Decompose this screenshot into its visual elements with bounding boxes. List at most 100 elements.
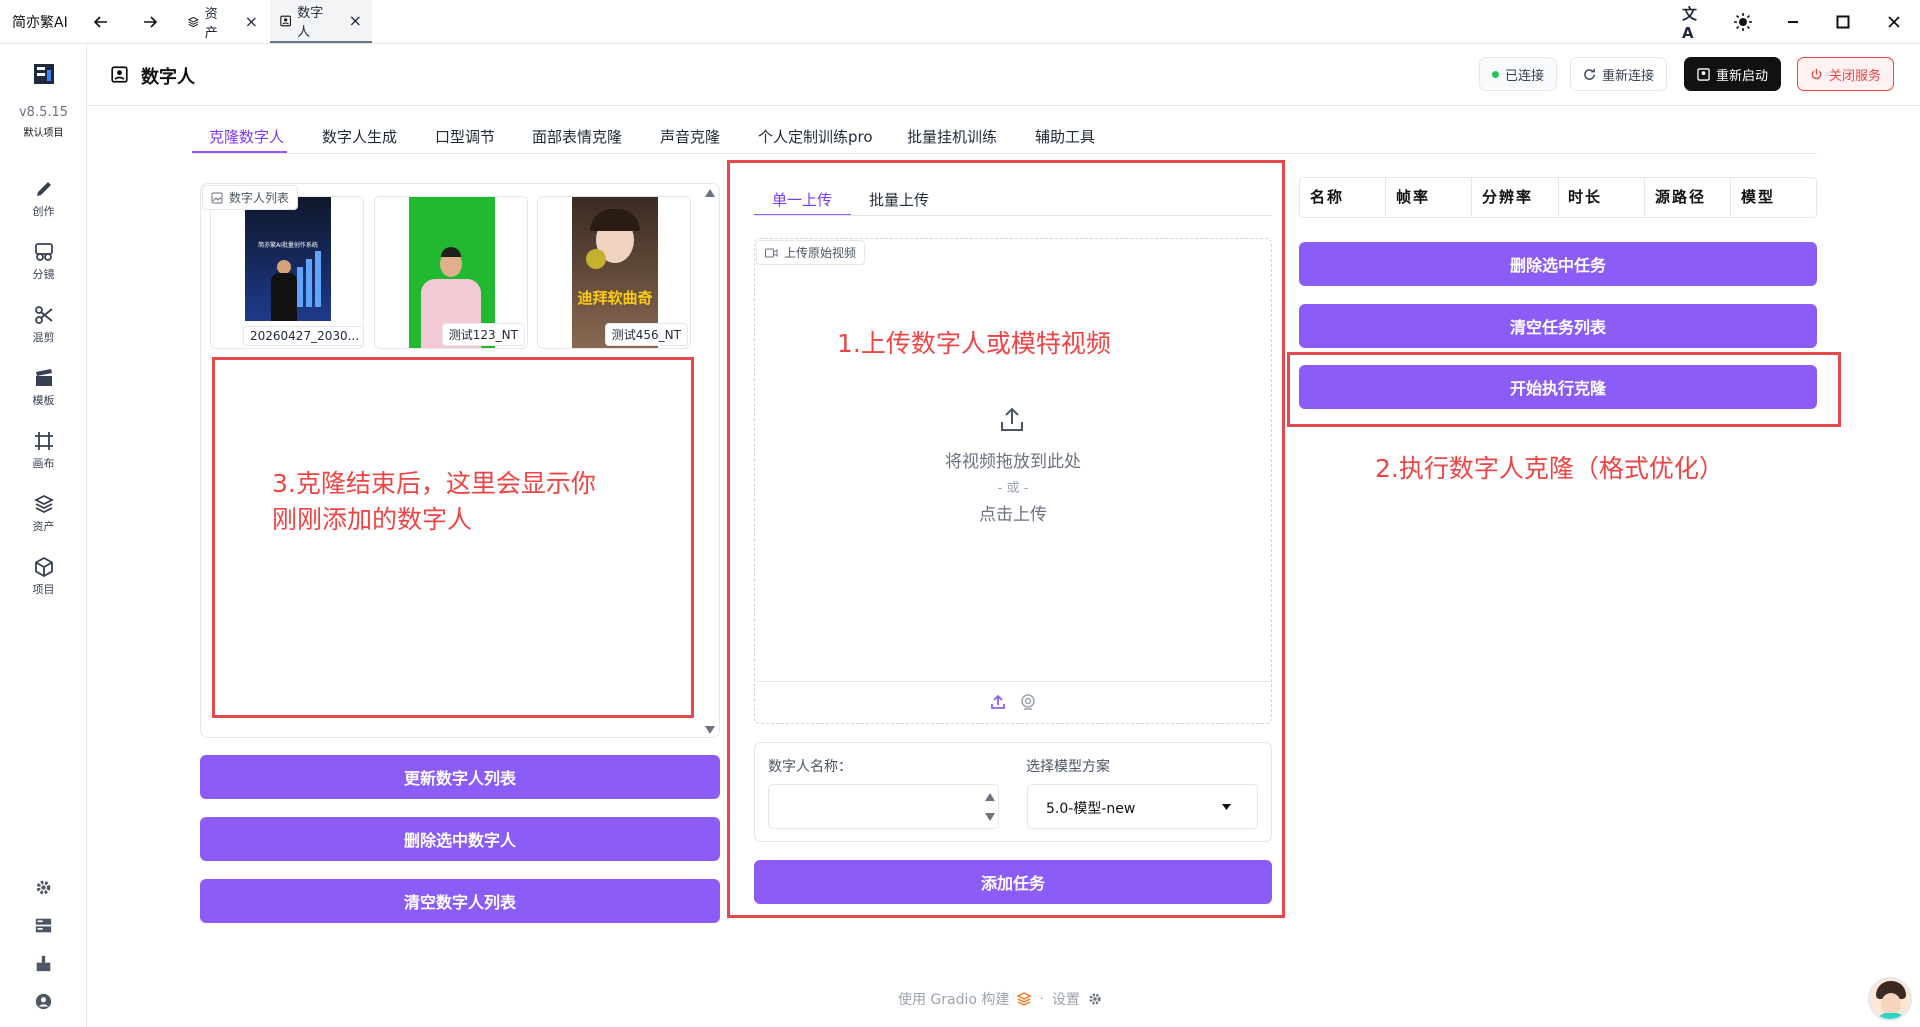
server-icon[interactable] xyxy=(35,917,52,934)
tab-label: 数字人 xyxy=(297,5,324,40)
model-select[interactable]: 5.0-模型-new xyxy=(1027,784,1258,829)
gallery-item[interactable]: 迪拜软曲奇 测试456_NT xyxy=(537,196,691,349)
sidebar-item-storyboard[interactable]: 分镜 xyxy=(0,242,87,282)
sidebar-item-assets[interactable]: 资产 xyxy=(0,494,87,534)
logo-icon xyxy=(34,64,54,84)
status-text: 已连接 xyxy=(1505,68,1545,84)
sidebar-item-remix[interactable]: 混剪 xyxy=(0,305,87,345)
tab-face-expression-clone[interactable]: 面部表情克隆 xyxy=(532,126,622,147)
restart-button[interactable]: 重新启动 xyxy=(1684,57,1782,91)
reconnect-label: 重新连接 xyxy=(1602,68,1655,84)
user-icon[interactable] xyxy=(35,993,52,1010)
close-icon[interactable]: × xyxy=(245,12,258,31)
sidebar-item-create[interactable]: 创作 xyxy=(0,179,87,219)
sidebar-item-label: 画布 xyxy=(32,457,55,470)
frame-icon xyxy=(34,432,53,450)
connection-status-badge: 已连接 xyxy=(1479,57,1558,91)
pencil-icon xyxy=(36,182,51,196)
name-field-label: 数字人名称： xyxy=(768,759,852,775)
column-header-resolution[interactable]: 分辨率 xyxy=(1482,186,1533,207)
or-text: - 或 - xyxy=(997,481,1029,496)
column-header-duration[interactable]: 时长 xyxy=(1568,186,1602,207)
refresh-digital-human-list-button[interactable]: 更新数字人列表 xyxy=(200,755,720,799)
tab-voice-clone[interactable]: 声音克隆 xyxy=(660,126,720,147)
scroll-down-icon[interactable] xyxy=(705,726,715,734)
maximize-button[interactable] xyxy=(1831,10,1855,34)
clear-digital-human-list-button[interactable]: 清空数字人列表 xyxy=(200,879,720,923)
scissors-icon xyxy=(34,306,53,324)
thumbnail-poster-text: 简亦繁AI批量创作系统 xyxy=(258,242,318,249)
stepper-up-icon[interactable] xyxy=(985,793,995,801)
column-header-source-path[interactable]: 源路径 xyxy=(1655,186,1706,207)
digital-human-name-input[interactable] xyxy=(768,784,999,829)
tab-single-upload[interactable]: 单一上传 xyxy=(772,189,832,210)
annotation-step3-line1: 3.克隆结束后，这里会显示你 xyxy=(272,469,596,498)
gallery-item-caption: 测试456_NT xyxy=(604,323,688,346)
assistant-avatar[interactable] xyxy=(1868,977,1912,1021)
tab-custom-training-pro[interactable]: 个人定制训练pro xyxy=(758,126,873,147)
sidebar-item-label: 模板 xyxy=(32,394,55,407)
gear-icon[interactable] xyxy=(35,879,52,896)
app-name: 简亦繁AI xyxy=(12,15,68,31)
column-header-model[interactable]: 模型 xyxy=(1741,186,1775,207)
webcam-icon[interactable] xyxy=(1020,694,1036,710)
tab-batch-upload[interactable]: 批量上传 xyxy=(869,189,929,210)
tab-tools[interactable]: 辅助工具 xyxy=(1035,126,1095,147)
tab-digital-human[interactable]: 数字人 × xyxy=(270,0,372,43)
delete-selected-digital-human-button[interactable]: 删除选中数字人 xyxy=(200,817,720,861)
settings-link[interactable]: 设置 xyxy=(1052,989,1080,1009)
sidebar-item-projects[interactable]: 项目 xyxy=(0,557,87,597)
sidebar-item-canvas[interactable]: 画布 xyxy=(0,431,87,471)
arrow-right-icon xyxy=(144,16,158,28)
delete-selected-task-button[interactable]: 删除选中任务 xyxy=(1299,242,1817,286)
close-window-button[interactable] xyxy=(1882,10,1906,34)
tab-batch-training[interactable]: 批量挂机训练 xyxy=(907,126,997,147)
clear-task-list-button[interactable]: 清空任务列表 xyxy=(1299,304,1817,348)
upload-source-icon[interactable] xyxy=(990,694,1006,710)
column-header-name[interactable]: 名称 xyxy=(1310,186,1344,207)
upload-label-text: 上传原始视频 xyxy=(784,246,857,260)
tab-clone-digital-human[interactable]: 克隆数字人 xyxy=(209,126,284,147)
forward-button[interactable] xyxy=(138,10,162,34)
theme-toggle-button[interactable] xyxy=(1731,10,1755,34)
sidebar-item-label: 创作 xyxy=(32,205,55,218)
sidebar-item-templates[interactable]: 模板 xyxy=(0,368,87,408)
stepper-down-icon[interactable] xyxy=(985,813,995,821)
add-task-button[interactable]: 添加任务 xyxy=(754,860,1272,904)
page-header: 数字人 已连接 重新连接 重新启动 关闭服务 xyxy=(88,44,1920,106)
back-button[interactable] xyxy=(89,10,113,34)
translate-button[interactable]: 文A xyxy=(1682,5,1706,42)
refresh-icon xyxy=(1584,68,1595,80)
gallery-item[interactable]: 简亦繁AI批量创作系统 20260427_2030... xyxy=(210,196,364,349)
column-header-fps[interactable]: 帧率 xyxy=(1396,186,1430,207)
shutdown-button[interactable]: 关闭服务 xyxy=(1797,57,1895,91)
minimize-button[interactable] xyxy=(1781,10,1805,34)
tab-label: 资产 xyxy=(204,6,218,41)
reconnect-button[interactable]: 重新连接 xyxy=(1570,57,1668,91)
tab-assets[interactable]: 资产 × xyxy=(178,0,268,43)
chevron-down-icon xyxy=(1222,804,1231,810)
close-icon xyxy=(1888,16,1900,28)
sidebar-item-label: 混剪 xyxy=(32,331,55,344)
broom-icon[interactable] xyxy=(35,955,52,972)
gallery-item-caption: 20260427_2030... xyxy=(243,326,363,346)
close-icon[interactable]: × xyxy=(349,11,362,30)
scroll-up-icon[interactable] xyxy=(705,189,715,197)
restart-label: 重新启动 xyxy=(1716,68,1769,84)
click-upload-text[interactable]: 点击上传 xyxy=(754,500,1272,525)
sidebar: v8.5.15 默认项目 创作 分镜 混剪 模板 画布 资产 项目 xyxy=(0,44,87,1027)
title-bar: 简亦繁AI 资产 × 数字人 × 文A xyxy=(0,0,1920,44)
tab-digital-human-generate[interactable]: 数字人生成 xyxy=(322,126,397,147)
built-with-gradio-link[interactable]: 使用 Gradio 构建 xyxy=(898,989,1009,1009)
sidebar-item-label: 资产 xyxy=(32,520,55,533)
version-label: v8.5.15 xyxy=(18,105,69,120)
drop-text: 将视频拖放到此处 xyxy=(945,452,1081,472)
clapper-icon xyxy=(35,369,52,386)
sun-icon xyxy=(1734,13,1752,31)
gallery-label: 数字人列表 xyxy=(202,185,299,210)
upload-tab-divider xyxy=(754,215,1272,216)
upload-source-divider xyxy=(756,681,1270,682)
start-clone-button[interactable]: 开始执行克隆 xyxy=(1299,365,1817,409)
gallery-item[interactable]: 测试123_NT xyxy=(374,196,528,349)
tab-lip-sync[interactable]: 口型调节 xyxy=(435,126,495,147)
